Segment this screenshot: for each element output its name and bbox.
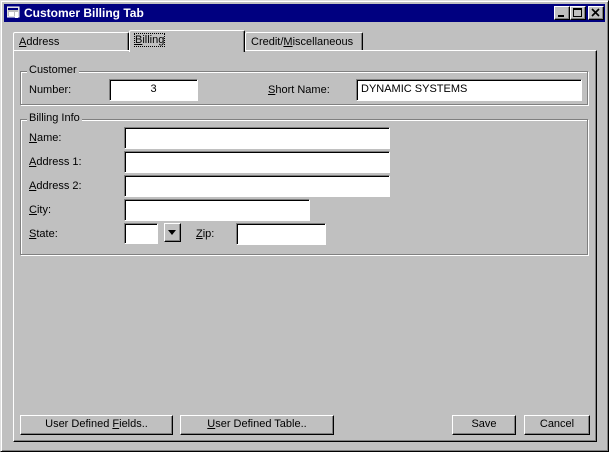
short-name-label: Short Name: xyxy=(268,84,330,96)
billing-city-field[interactable] xyxy=(124,199,310,221)
state-label: State: xyxy=(29,228,58,240)
maximize-icon xyxy=(573,8,582,17)
close-icon xyxy=(591,8,600,17)
billing-zip-field[interactable] xyxy=(236,223,326,245)
chevron-down-icon xyxy=(168,230,176,235)
zip-label: Zip: xyxy=(196,228,215,240)
user-defined-fields-button[interactable]: User Defined Fields.. xyxy=(20,415,173,435)
billing-tab-panel: Customer Number: 3 Short Name: DYNAMIC S… xyxy=(13,50,597,442)
billing-state-field[interactable] xyxy=(124,223,158,244)
customer-number-field[interactable]: 3 xyxy=(109,79,198,101)
user-defined-table-button[interactable]: User Defined Table.. xyxy=(180,415,334,435)
minimize-icon xyxy=(558,15,564,17)
save-button[interactable]: Save xyxy=(452,415,516,435)
window-title: Customer Billing Tab xyxy=(24,6,144,20)
billing-info-group-title: Billing Info xyxy=(27,112,82,124)
address-1-label: Address 1: xyxy=(29,156,82,168)
tab-address-label: Address xyxy=(19,36,60,48)
tab-billing[interactable]: Billing xyxy=(129,30,245,52)
tab-billing-label: Billing xyxy=(133,33,166,47)
tab-credit-miscellaneous-label: Credit/Miscellaneous xyxy=(251,36,354,48)
cancel-button[interactable]: Cancel xyxy=(524,415,590,435)
tab-address[interactable]: Address xyxy=(13,32,129,51)
short-name-field[interactable]: DYNAMIC SYSTEMS xyxy=(356,79,582,101)
name-label: Name: xyxy=(29,132,62,144)
customer-group-title: Customer xyxy=(27,64,79,76)
minimize-button[interactable] xyxy=(554,6,570,20)
app-window-icon xyxy=(6,6,21,20)
title-bar[interactable]: Customer Billing Tab xyxy=(4,4,605,22)
close-button[interactable] xyxy=(588,6,604,20)
city-label: City: xyxy=(29,204,52,216)
tab-credit-miscellaneous[interactable]: Credit/Miscellaneous xyxy=(245,32,363,51)
maximize-button[interactable] xyxy=(570,6,586,20)
number-label: Number: xyxy=(29,84,72,96)
billing-name-field[interactable] xyxy=(124,127,390,149)
address-2-label: Address 2: xyxy=(29,180,82,192)
billing-address-2-field[interactable] xyxy=(124,175,390,197)
billing-address-1-field[interactable] xyxy=(124,151,390,173)
customer-billing-window: Customer Billing Tab Address Billing Cre… xyxy=(0,0,609,452)
state-dropdown-button[interactable] xyxy=(164,223,181,242)
